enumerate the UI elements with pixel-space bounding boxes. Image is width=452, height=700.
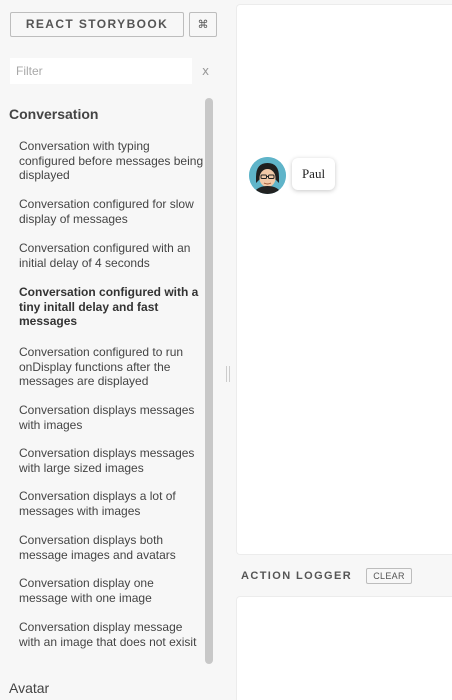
action-logger-panel bbox=[236, 596, 452, 700]
action-logger-title: ACTION LOGGER bbox=[241, 570, 353, 582]
story-item[interactable]: Conversation display message with an ima… bbox=[19, 620, 204, 649]
scrollbar-thumb[interactable] bbox=[205, 98, 213, 664]
story-item[interactable]: Conversation displays a lot of messages … bbox=[19, 489, 204, 518]
clear-log-button[interactable]: CLEAR bbox=[366, 568, 412, 584]
message-bubble: Paul bbox=[292, 158, 335, 190]
keyboard-shortcuts-button[interactable]: ⌘ bbox=[189, 12, 217, 37]
story-item[interactable]: Conversation displays messages with larg… bbox=[19, 446, 204, 475]
story-preview bbox=[236, 4, 452, 555]
filter-box: x bbox=[10, 58, 217, 84]
story-item[interactable]: Conversation display one message with on… bbox=[19, 576, 204, 605]
story-list: Conversation Conversation with typing co… bbox=[0, 96, 204, 700]
clear-filter-icon[interactable]: x bbox=[194, 58, 217, 84]
story-item[interactable]: Conversation configured to run onDisplay… bbox=[19, 345, 204, 389]
story-item[interactable]: Conversation displays both message image… bbox=[19, 533, 204, 562]
storybook-brand-button[interactable]: REACT STORYBOOK bbox=[10, 12, 184, 37]
story-item[interactable]: Conversation configured with an initial … bbox=[19, 241, 204, 270]
story-item[interactable]: Conversation displays messages with imag… bbox=[19, 403, 204, 432]
story-item[interactable]: Conversation with typing configured befo… bbox=[19, 139, 204, 183]
kind-title-avatar[interactable]: Avatar bbox=[9, 680, 49, 696]
story-item-selected[interactable]: Conversation configured with a tiny init… bbox=[19, 285, 204, 329]
story-item[interactable]: Conversation configured for slow display… bbox=[19, 197, 204, 226]
kind-title-conversation[interactable]: Conversation bbox=[9, 106, 98, 122]
person-avatar-icon bbox=[249, 157, 286, 194]
left-panel: REACT STORYBOOK ⌘ x Conversation Convers… bbox=[0, 0, 222, 700]
filter-input[interactable] bbox=[10, 58, 192, 84]
panel-resize-handle[interactable] bbox=[226, 366, 230, 382]
